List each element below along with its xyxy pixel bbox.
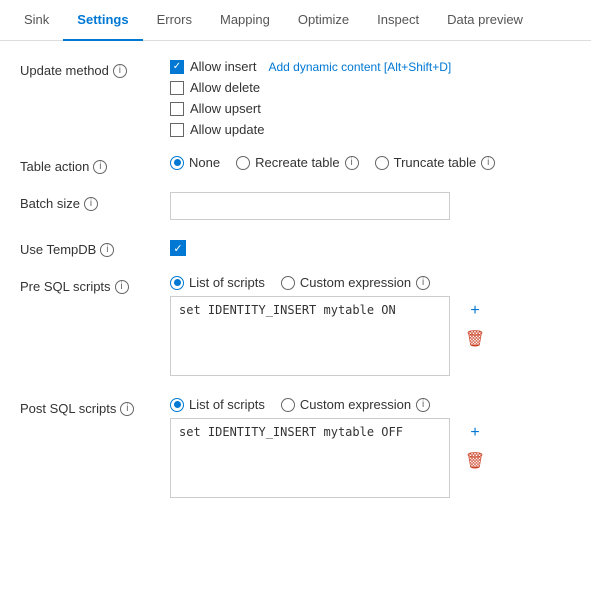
use-tempdb-checkbox[interactable]: ✓ (170, 240, 186, 256)
use-tempdb-content: ✓ (170, 238, 571, 256)
table-action-none-label: None (189, 155, 220, 170)
allow-update-checkbox[interactable] (170, 123, 184, 137)
pre-sql-radio-group: List of scripts Custom expression i (170, 275, 571, 290)
post-sql-actions: + 🗑 (464, 422, 486, 472)
table-action-recreate-label: Recreate table (255, 155, 340, 170)
post-sql-list-label: List of scripts (189, 397, 265, 412)
allow-insert-row: ✓ Allow insert Add dynamic content [Alt+… (170, 59, 571, 74)
tab-optimize[interactable]: Optimize (284, 0, 363, 41)
update-method-label: Update method i (20, 59, 170, 78)
truncate-table-info-icon[interactable]: i (481, 156, 495, 170)
tab-mapping[interactable]: Mapping (206, 0, 284, 41)
pre-sql-custom-expression[interactable]: Custom expression i (281, 275, 430, 290)
use-tempdb-checkmark: ✓ (173, 242, 182, 255)
pre-sql-custom-label: Custom expression (300, 275, 411, 290)
use-tempdb-info-icon[interactable]: i (100, 243, 114, 257)
table-action-options: None Recreate table i Truncate table i (170, 155, 571, 170)
batch-size-content (170, 192, 571, 220)
post-sql-textarea[interactable] (170, 418, 450, 498)
post-sql-radio-group: List of scripts Custom expression i (170, 397, 571, 412)
post-sql-custom-expression[interactable]: Custom expression i (281, 397, 430, 412)
pre-sql-list-of-scripts[interactable]: List of scripts (170, 275, 265, 290)
pre-sql-scripts-content: List of scripts Custom expression i + 🗑 (170, 275, 571, 379)
post-sql-scripts-info-icon[interactable]: i (120, 402, 134, 416)
pre-sql-scripts-label: Pre SQL scripts i (20, 275, 170, 294)
table-action-recreate-radio[interactable] (236, 156, 250, 170)
tab-errors[interactable]: Errors (143, 0, 206, 41)
allow-delete-checkbox[interactable] (170, 81, 184, 95)
tab-inspect[interactable]: Inspect (363, 0, 433, 41)
table-action-radio-group: None Recreate table i Truncate table i (170, 155, 571, 170)
pre-sql-delete-button[interactable]: 🗑 (464, 328, 486, 350)
post-sql-add-button[interactable]: + (464, 422, 486, 444)
pre-sql-custom-radio[interactable] (281, 276, 295, 290)
table-action-label: Table action i (20, 155, 170, 174)
update-method-row: Update method i ✓ Allow insert Add dynam… (20, 59, 571, 137)
tab-bar: Sink Settings Errors Mapping Optimize In… (0, 0, 591, 41)
pre-sql-actions: + 🗑 (464, 300, 486, 350)
update-method-info-icon[interactable]: i (113, 64, 127, 78)
batch-size-input[interactable] (170, 192, 450, 220)
table-action-recreate[interactable]: Recreate table i (236, 155, 359, 170)
table-action-none-radio[interactable] (170, 156, 184, 170)
table-action-row: Table action i None Recreate table i (20, 155, 571, 174)
table-action-none[interactable]: None (170, 155, 220, 170)
table-action-info-icon[interactable]: i (93, 160, 107, 174)
allow-upsert-checkbox[interactable] (170, 102, 184, 116)
tab-data-preview[interactable]: Data preview (433, 0, 537, 41)
post-sql-custom-label: Custom expression (300, 397, 411, 412)
post-sql-custom-info-icon[interactable]: i (416, 398, 430, 412)
post-sql-list-of-scripts[interactable]: List of scripts (170, 397, 265, 412)
allow-insert-label: Allow insert (190, 59, 256, 74)
pre-sql-custom-info-icon[interactable]: i (416, 276, 430, 290)
post-sql-delete-button[interactable]: 🗑 (464, 450, 486, 472)
allow-insert-checkbox[interactable]: ✓ (170, 60, 184, 74)
allow-update-checkbox-item[interactable]: Allow update (170, 122, 571, 137)
allow-upsert-label: Allow upsert (190, 101, 261, 116)
use-tempdb-row: Use TempDB i ✓ (20, 238, 571, 257)
allow-update-label: Allow update (190, 122, 264, 137)
allow-insert-checkmark: ✓ (173, 62, 181, 72)
batch-size-label: Batch size i (20, 192, 170, 211)
pre-sql-script-area-wrapper: + 🗑 (170, 296, 450, 379)
table-action-truncate-label: Truncate table (394, 155, 477, 170)
allow-delete-checkbox-item[interactable]: Allow delete (170, 80, 571, 95)
pre-sql-list-label: List of scripts (189, 275, 265, 290)
post-sql-custom-radio[interactable] (281, 398, 295, 412)
pre-sql-scripts-row: Pre SQL scripts i List of scripts Custom… (20, 275, 571, 379)
tab-sink[interactable]: Sink (10, 0, 63, 41)
pre-sql-textarea[interactable] (170, 296, 450, 376)
table-action-truncate[interactable]: Truncate table i (375, 155, 496, 170)
update-method-options: ✓ Allow insert Add dynamic content [Alt+… (170, 59, 571, 137)
use-tempdb-label: Use TempDB i (20, 238, 170, 257)
allow-upsert-checkbox-item[interactable]: Allow upsert (170, 101, 571, 116)
post-sql-scripts-label: Post SQL scripts i (20, 397, 170, 416)
pre-sql-scripts-info-icon[interactable]: i (115, 280, 129, 294)
pre-sql-list-radio[interactable] (170, 276, 184, 290)
settings-content: Update method i ✓ Allow insert Add dynam… (0, 41, 591, 537)
pre-sql-add-button[interactable]: + (464, 300, 486, 322)
dynamic-content-link[interactable]: Add dynamic content [Alt+Shift+D] (268, 60, 451, 74)
allow-insert-checkbox-item[interactable]: ✓ Allow insert (170, 59, 256, 74)
post-sql-scripts-row: Post SQL scripts i List of scripts Custo… (20, 397, 571, 501)
post-sql-scripts-content: List of scripts Custom expression i + 🗑 (170, 397, 571, 501)
batch-size-info-icon[interactable]: i (84, 197, 98, 211)
tab-settings[interactable]: Settings (63, 0, 142, 41)
table-action-truncate-radio[interactable] (375, 156, 389, 170)
post-sql-list-radio[interactable] (170, 398, 184, 412)
recreate-table-info-icon[interactable]: i (345, 156, 359, 170)
post-sql-script-area-wrapper: + 🗑 (170, 418, 450, 501)
allow-delete-label: Allow delete (190, 80, 260, 95)
batch-size-row: Batch size i (20, 192, 571, 220)
